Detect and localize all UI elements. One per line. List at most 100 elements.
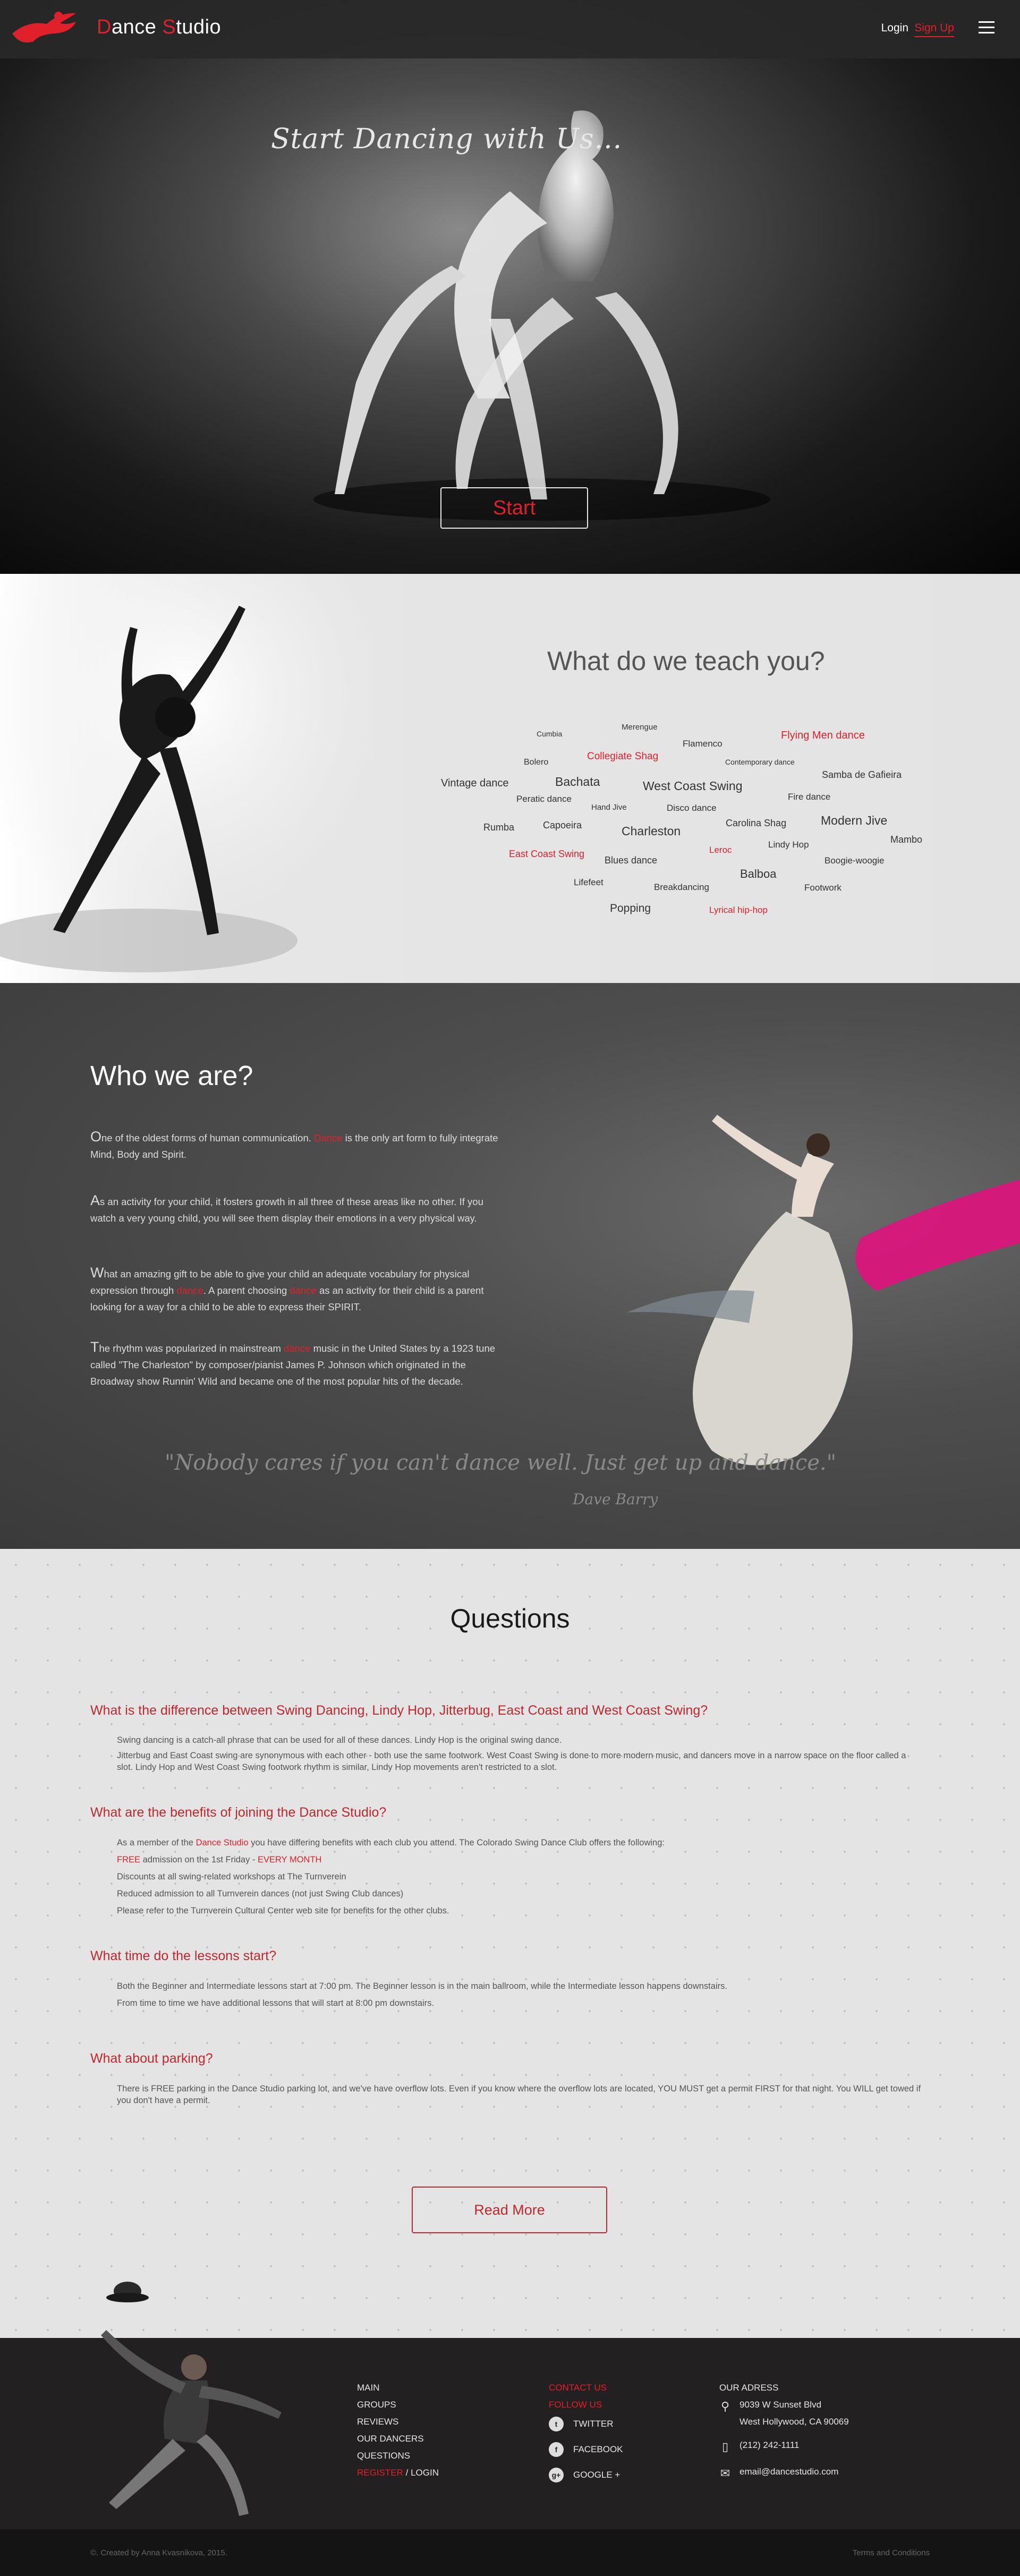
facebook-icon: f [549, 2442, 564, 2457]
dance-tag[interactable]: Footwork [804, 883, 842, 893]
footer-link-login[interactable]: LOGIN [411, 2468, 439, 2478]
question-2-line-1: As a member of the Dance Studio you have… [117, 1838, 665, 1848]
twitter-link[interactable]: t TWITTER [549, 2417, 623, 2431]
teach-title: What do we teach you? [547, 646, 825, 676]
questions-title: Questions [450, 1604, 570, 1633]
dance-tag[interactable]: Flying Men dance [781, 730, 865, 742]
dance-tag[interactable]: East Coast Swing [509, 849, 584, 860]
who-paragraph-1: One of the oldest forms of human communi… [90, 1129, 498, 1160]
dance-tag[interactable]: Fire dance [788, 792, 830, 802]
dance-tag[interactable]: Balboa [740, 867, 777, 881]
brand-initial-d: D [97, 16, 112, 38]
who-paragraph-3: What an amazing gift to be able to give … [90, 1265, 484, 1312]
site-header: Dance Studio Login Sign Up [0, 0, 1020, 58]
dance-tag[interactable]: Bachata [555, 775, 600, 789]
brand-name[interactable]: Dance Studio [97, 16, 221, 39]
footer-link-register[interactable]: REGISTER [357, 2468, 403, 2478]
email-address: email@dancestudio.com [740, 2467, 839, 2477]
read-more-button[interactable]: Read More [412, 2187, 607, 2233]
login-link[interactable]: Login [881, 22, 908, 35]
teach-section: What do we teach you? Cumbia Merengue Flam… [0, 574, 1020, 983]
footer-link-reviews[interactable]: REVIEWS [357, 2417, 439, 2427]
dance-tag[interactable]: Capoeira [543, 820, 582, 831]
hero-title: Start Dancing with Us... [271, 123, 623, 155]
dance-tag[interactable]: West Coast Swing [643, 779, 742, 793]
footer-social: CONTACT US FOLLOW US t TWITTER f FACEBOOK … [549, 2383, 623, 2493]
who-title: Who we are? [90, 1061, 253, 1091]
footer-link-groups[interactable]: GROUPS [357, 2400, 439, 2410]
dance-tag[interactable]: Flamenco [683, 739, 722, 749]
who-paragraph-4: The rhythm was popularized in mainstream… [90, 1339, 496, 1387]
dance-tag[interactable]: Hand Jive [591, 803, 627, 812]
dance-tag[interactable]: Cumbia [537, 730, 562, 738]
dance-tag[interactable]: Boogie-woogie [824, 855, 884, 866]
phone-row[interactable]: ▯ (212) 242-1111 [719, 2440, 849, 2454]
dance-tag[interactable]: Blues dance [605, 855, 657, 866]
footer-register-login: REGISTER / LOGIN [357, 2468, 439, 2478]
dance-tag[interactable]: Collegiate Shag [587, 751, 658, 762]
dance-tag[interactable]: Contemporary dance [725, 758, 795, 766]
question-3-heading[interactable]: What time do the lessons start? [90, 1948, 276, 1964]
dance-tag[interactable]: Lifefeet [574, 877, 604, 888]
dance-tag[interactable]: Merengue [622, 723, 658, 732]
phone-number: (212) 242-1111 [740, 2440, 800, 2450]
start-button[interactable]: Start [440, 487, 588, 529]
dance-tag[interactable]: Rumba [483, 822, 514, 833]
dance-tag[interactable]: Peratic dance [516, 794, 572, 804]
dance-tag[interactable]: Breakdancing [654, 882, 709, 893]
quote-author: Dave Barry [573, 1490, 658, 1508]
question-1-line-2: Jitterbug and East Coast swing are synon… [117, 1751, 906, 1772]
dance-tag[interactable]: Modern Jive [821, 814, 887, 828]
signup-link[interactable]: Sign Up [914, 22, 954, 37]
dance-tag[interactable]: Popping [610, 902, 651, 915]
dance-tag[interactable]: Lindy Hop [768, 840, 809, 850]
who-section: Who we are? One of the oldest forms of h… [0, 983, 1020, 1549]
dance-tag[interactable]: Vintage dance [441, 777, 509, 790]
contact-us-link[interactable]: CONTACT US [549, 2383, 623, 2393]
dance-studio-link[interactable]: Dance Studio [196, 1838, 249, 1848]
hamburger-icon[interactable] [979, 21, 994, 34]
follow-us-label: FOLLOW US [549, 2400, 602, 2410]
email-row[interactable]: ✉ email@dancestudio.com [719, 2467, 849, 2480]
footer-link-questions[interactable]: QUESTIONS [357, 2451, 439, 2461]
dance-tag[interactable]: Bolero [524, 758, 548, 767]
question-2-heading[interactable]: What are the benefits of joining the Dan… [90, 1805, 386, 1820]
dance-tag[interactable]: Leroc [709, 845, 732, 855]
copyright-text: ©. Created by Anna Kvasnikova, 2015. [90, 2548, 227, 2557]
google-plus-icon: g+ [549, 2468, 564, 2482]
brand-word-dance: ance [111, 16, 163, 38]
footer-link-our-dancers[interactable]: OUR DANCERS [357, 2434, 439, 2444]
address-title: OUR ADRESS [719, 2383, 779, 2393]
site-footer: MAIN GROUPS REVIEWS OUR DANCERS QUESTION… [0, 2282, 1020, 2529]
questions-section: Questions What is the difference between… [0, 1549, 1020, 2338]
twitter-icon: t [549, 2417, 564, 2431]
brand-initial-s: S [162, 16, 176, 38]
question-1-heading[interactable]: What is the difference between Swing Dan… [90, 1703, 708, 1718]
dancer-logo-icon[interactable] [10, 10, 81, 47]
question-4-line-1: There is FREE parking in the Dance Studi… [117, 2084, 921, 2105]
phone-icon: ▯ [721, 2440, 729, 2453]
dance-tag[interactable]: Mambo [890, 834, 922, 845]
footer-nav: MAIN GROUPS REVIEWS OUR DANCERS QUESTION… [357, 2383, 439, 2485]
address-line-2: West Hollywood, CA 90069 [740, 2417, 849, 2427]
location-pin-icon: ⚲ [720, 2400, 730, 2413]
dance-tag[interactable]: Carolina Shag [726, 818, 786, 829]
question-2-line-5: Please refer to the Turnverein Cultural … [117, 1906, 449, 1916]
footer-link-main[interactable]: MAIN [357, 2383, 439, 2393]
address-line-1: 9039 W Sunset Blvd [740, 2400, 822, 2410]
leaping-dancer-image [627, 1115, 1020, 1465]
dance-tag[interactable]: Lyrical hip-hop [709, 905, 768, 916]
backbend-dancer-image [0, 574, 372, 983]
dance-tag[interactable]: Charleston [622, 824, 681, 838]
terms-link[interactable]: Terms and Conditions [853, 2548, 930, 2557]
question-4-heading[interactable]: What about parking? [90, 2051, 213, 2066]
question-2-line-3: Discounts at all swing-related workshops… [117, 1872, 346, 1882]
brand-word-studio: tudio [176, 16, 222, 38]
facebook-link[interactable]: f FACEBOOK [549, 2442, 623, 2457]
bottom-bar: ©. Created by Anna Kvasnikova, 2015. Ter… [0, 2529, 1020, 2576]
hero-dancers-image [313, 111, 770, 521]
footer-address: OUR ADRESS ⚲ 9039 W Sunset Blvd West Holl… [719, 2383, 849, 2493]
dance-tag[interactable]: Disco dance [667, 803, 717, 814]
dance-tag[interactable]: Samba de Gafieira [822, 769, 902, 781]
google-plus-link[interactable]: g+ GOOGLE + [549, 2468, 623, 2482]
